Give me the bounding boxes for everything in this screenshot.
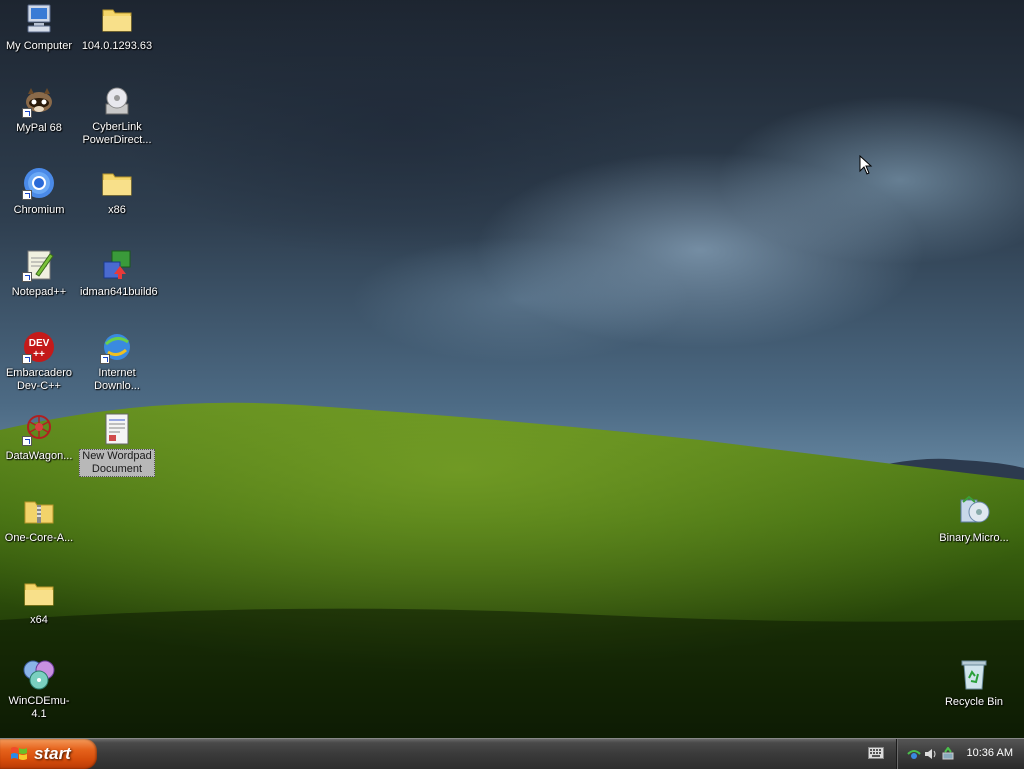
notepad-plus-plus-icon — [22, 248, 56, 282]
volume-icon[interactable] — [924, 747, 938, 761]
icon-label: Recycle Bin — [944, 696, 1004, 708]
desktop-icon-idman[interactable]: idman641build6 — [78, 248, 158, 300]
shortcut-arrow-icon — [22, 190, 32, 200]
zip-folder-icon — [22, 494, 56, 528]
desktop-icon-chromium[interactable]: Chromium — [0, 166, 78, 218]
icon-label: idman641build6 — [80, 286, 158, 298]
desktop-icon-x64[interactable]: x64 — [0, 576, 78, 628]
icon-label: Embarcadero Dev-C++ — [5, 367, 73, 392]
keyboard-icon[interactable] — [868, 747, 884, 759]
cyberlink-disc-icon — [100, 84, 134, 118]
shortcut-arrow-icon — [22, 108, 32, 118]
desktop-icon-wincdemu[interactable]: WinCDEmu-4.1 — [0, 658, 78, 722]
desktop-icon-internet-download-manager[interactable]: Internet Downlo... — [78, 330, 156, 394]
internet-download-manager-icon — [100, 330, 134, 364]
desktop[interactable]: My Computer MyPal 68 Chromium Notepad++ … — [0, 0, 1024, 738]
svg-text:++: ++ — [33, 349, 45, 360]
dev-cpp-icon: DEV ++ — [22, 330, 56, 364]
start-label: start — [34, 744, 71, 763]
shortcut-arrow-icon — [22, 436, 32, 446]
start-button[interactable]: start — [0, 739, 97, 769]
recycle-disc-icon — [957, 494, 991, 528]
wincdemu-discs-icon — [22, 658, 56, 692]
installer-icon — [100, 248, 134, 282]
clock[interactable]: 10:36 AM — [967, 747, 1013, 759]
desktop-icon-folder-104[interactable]: 104.0.1293.63 — [78, 2, 156, 54]
folder-icon — [100, 2, 134, 36]
icon-label: Binary.Micro... — [939, 532, 1009, 544]
wordpad-document-icon — [100, 412, 134, 446]
icon-label: WinCDEmu-4.1 — [8, 695, 70, 720]
desktop-icon-binary-micro[interactable]: Binary.Micro... — [935, 494, 1013, 546]
icon-label: One-Core-A... — [4, 532, 74, 544]
shortcut-arrow-icon — [100, 354, 110, 364]
safely-remove-icon[interactable] — [941, 747, 955, 761]
windows-flag-icon — [11, 747, 27, 760]
chromium-icon — [22, 166, 56, 200]
icon-label: x86 — [108, 204, 126, 216]
mypal-raccoon-icon — [22, 84, 56, 118]
icon-label: Notepad++ — [11, 286, 67, 298]
my-computer-icon — [22, 2, 56, 36]
desktop-icon-cyberlink[interactable]: CyberLink PowerDirect... — [78, 84, 156, 148]
folder-icon — [22, 576, 56, 610]
icon-label: New Wordpad Document — [79, 449, 155, 477]
desktop-icon-recycle-bin[interactable]: Recycle Bin — [935, 658, 1013, 710]
shortcut-arrow-icon — [22, 354, 32, 364]
icon-label: DataWagon... — [5, 450, 73, 462]
icon-label: 104.0.1293.63 — [81, 40, 153, 52]
recycle-bin-icon — [957, 658, 991, 692]
taskbar: start 10:36 AM — [0, 738, 1024, 769]
icon-label: My Computer — [5, 40, 73, 52]
desktop-icon-x86[interactable]: x86 — [78, 166, 156, 218]
desktop-icon-dev-cpp[interactable]: DEV ++ Embarcadero Dev-C++ — [0, 330, 78, 394]
mouse-pointer-icon — [859, 155, 873, 175]
shortcut-arrow-icon — [22, 272, 32, 282]
folder-icon — [100, 166, 134, 200]
desktop-icon-new-wordpad-document[interactable]: New Wordpad Document — [78, 412, 156, 477]
desktop-icon-notepad-plus-plus[interactable]: Notepad++ — [0, 248, 78, 300]
desktop-icon-my-computer[interactable]: My Computer — [0, 2, 78, 54]
icon-label: x64 — [30, 614, 48, 626]
desktop-icon-one-core-api[interactable]: One-Core-A... — [0, 494, 78, 546]
desktop-icon-mypal[interactable]: MyPal 68 — [0, 84, 78, 136]
icon-label: Chromium — [13, 204, 65, 216]
datawagon-icon — [22, 412, 56, 446]
network-icon[interactable] — [907, 747, 921, 761]
system-tray: 10:36 AM — [896, 739, 1024, 769]
icon-label: MyPal 68 — [16, 122, 62, 134]
desktop-icon-datawagon[interactable]: DataWagon... — [0, 412, 78, 464]
icon-label: CyberLink PowerDirect... — [82, 121, 152, 146]
svg-text:DEV: DEV — [29, 338, 50, 349]
icon-label: Internet Downlo... — [94, 367, 140, 392]
